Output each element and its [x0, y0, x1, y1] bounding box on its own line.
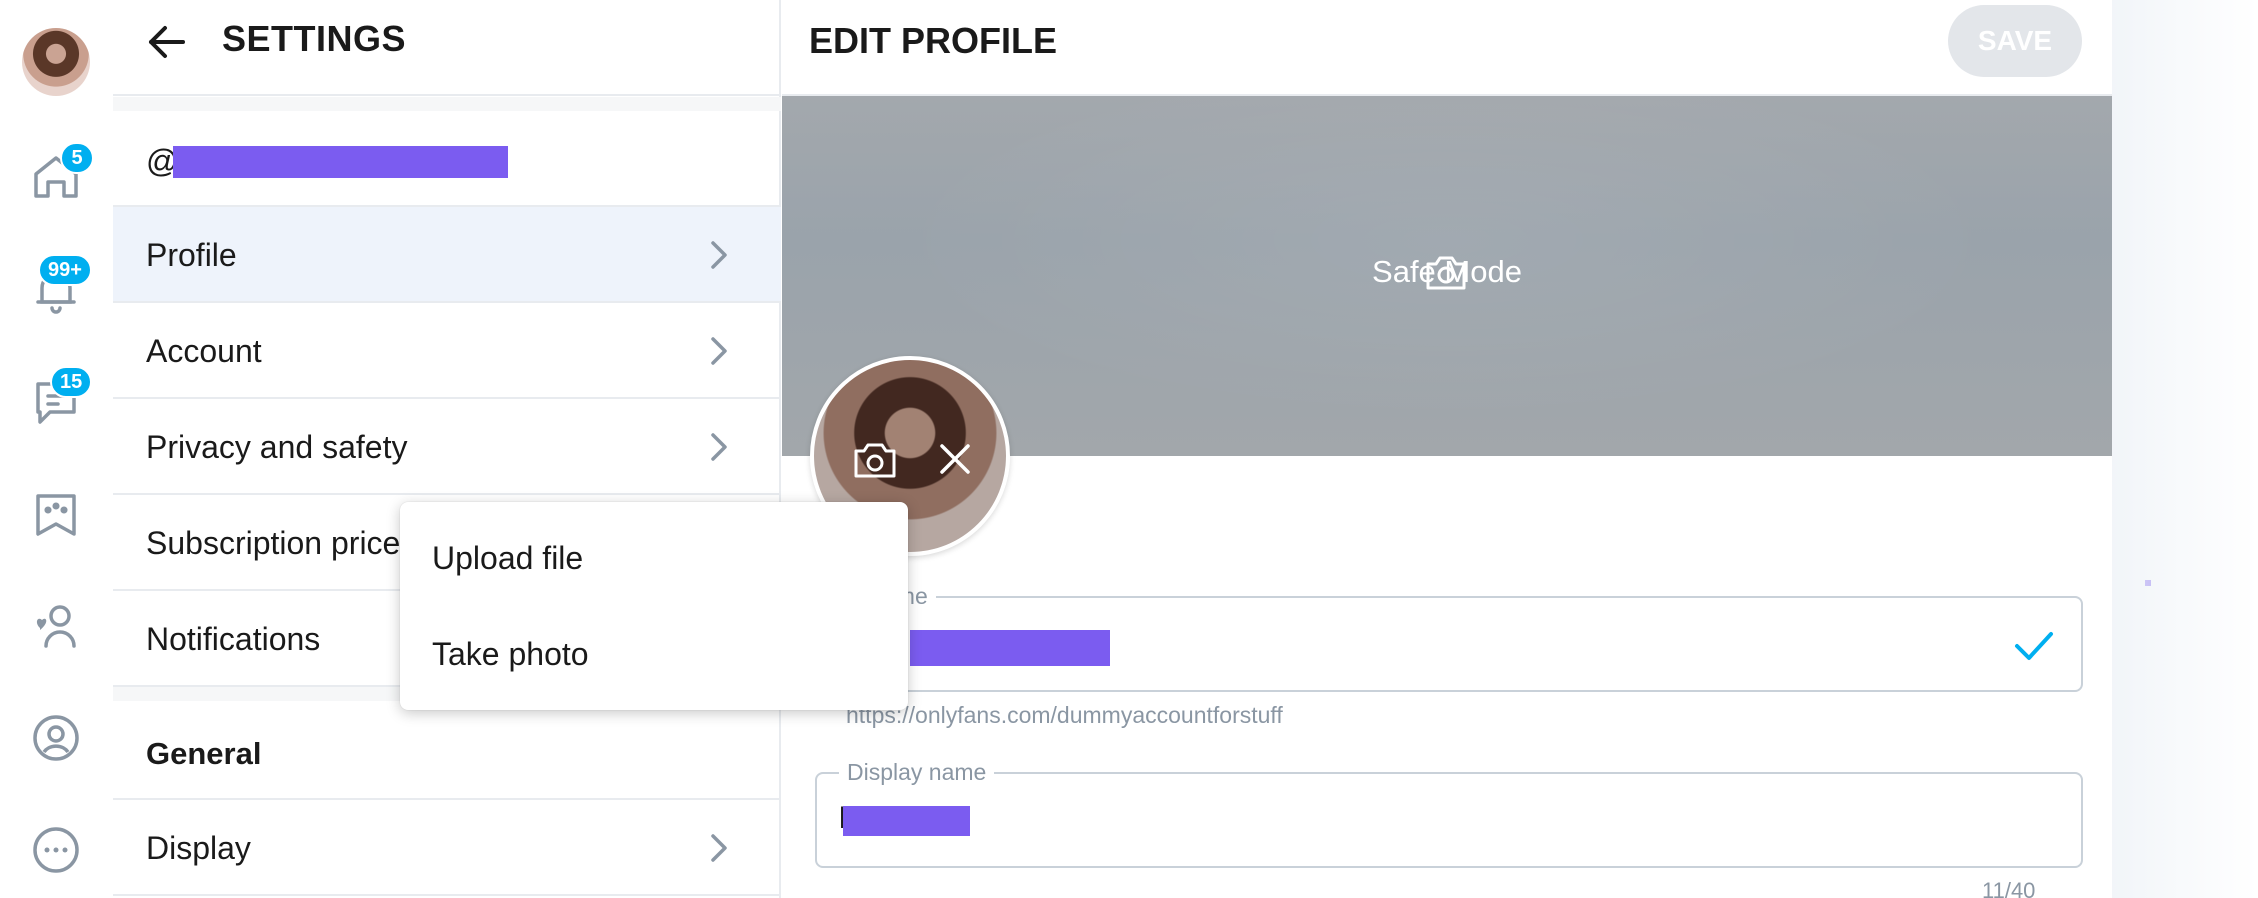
notifications-badge: 99+ — [38, 254, 92, 286]
page-title: EDIT PROFILE — [809, 20, 1058, 61]
settings-item-label: Profile — [146, 237, 237, 273]
icon-rail: 5 99+ 15 — [0, 0, 113, 898]
settings-item-profile[interactable]: Profile — [113, 207, 781, 303]
settings-panel: SETTINGS @ Profile Account Privacy and s… — [113, 0, 781, 898]
settings-title: SETTINGS — [222, 18, 407, 59]
divider — [113, 97, 781, 111]
redacted-username — [910, 630, 1110, 666]
menu-item-upload-file[interactable]: Upload file — [400, 510, 908, 606]
messages-badge: 15 — [50, 366, 93, 398]
chevron-right-icon — [711, 834, 727, 862]
settings-item-account[interactable]: Account — [113, 303, 781, 399]
settings-item-label: Subscription price — [146, 525, 401, 561]
edge-fade — [2112, 0, 2258, 898]
redacted-display-name — [843, 806, 970, 836]
username-field[interactable]: ame r — [815, 583, 2083, 692]
check-icon — [2015, 632, 2053, 660]
section-title-general: General — [146, 736, 262, 771]
edit-profile-header: EDIT PROFILE SAVE — [782, 0, 2112, 96]
settings-item-privacy[interactable]: Privacy and safety — [113, 399, 781, 495]
back-arrow-icon[interactable] — [143, 18, 191, 66]
settings-header: SETTINGS — [113, 0, 781, 96]
menu-item-take-photo[interactable]: Take photo — [400, 606, 908, 702]
settings-item-label: Account — [146, 333, 262, 369]
redacted-username — [173, 146, 508, 178]
username-handle-row: @ — [113, 111, 781, 207]
chevron-right-icon — [711, 337, 727, 365]
profile-url-hint: https://onlyfans.com/dummyaccountforstuf… — [846, 702, 1283, 728]
edit-profile-panel: EDIT PROFILE SAVE Safe Mode ame r https:… — [782, 0, 2258, 898]
camera-icon[interactable] — [852, 436, 898, 482]
close-icon[interactable] — [934, 438, 976, 480]
settings-item-label: Display — [146, 830, 251, 866]
settings-item-label: Notifications — [146, 621, 321, 657]
collections-icon[interactable] — [28, 486, 84, 542]
settings-item-label: Privacy and safety — [146, 429, 408, 465]
user-avatar[interactable] — [22, 28, 90, 96]
settings-item-display[interactable]: Display — [113, 800, 781, 896]
menu-item-label: Upload file — [432, 540, 584, 576]
subscriptions-icon[interactable] — [28, 598, 84, 654]
camera-icon[interactable] — [1424, 250, 1468, 294]
chevron-right-icon — [711, 433, 727, 461]
display-name-field[interactable]: Display name l — [815, 759, 2083, 868]
safe-mode-label: Safe Mode — [1372, 254, 1522, 289]
home-badge: 5 — [60, 142, 94, 174]
chevron-right-icon — [711, 241, 727, 269]
more-icon[interactable] — [28, 822, 84, 878]
profile-icon[interactable] — [28, 710, 84, 766]
character-counter: 11/40 — [1982, 878, 2036, 898]
menu-item-label: Take photo — [432, 636, 589, 672]
save-button[interactable]: SAVE — [1948, 5, 2082, 77]
photo-options-menu: Upload file Take photo — [400, 502, 908, 710]
display-name-label: Display name — [839, 759, 995, 786]
